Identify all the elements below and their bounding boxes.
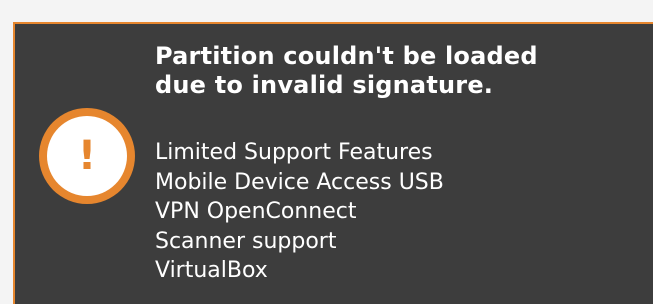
list-item: Mobile Device Access USB bbox=[155, 169, 444, 195]
warning-icon: ! bbox=[39, 108, 135, 204]
partition-error-notification: ! Partition couldn't be loaded due to in… bbox=[13, 22, 653, 304]
list-item: Scanner support bbox=[155, 228, 337, 254]
notification-title-line-2: due to invalid signature. bbox=[155, 71, 494, 99]
screen: ! Partition couldn't be loaded due to in… bbox=[0, 0, 653, 304]
list-item: VirtualBox bbox=[155, 258, 268, 283]
warning-icon-face: ! bbox=[47, 116, 127, 196]
notification-title-line-1: Partition couldn't be loaded bbox=[155, 42, 538, 70]
list-item: VPN OpenConnect bbox=[155, 199, 357, 224]
affected-features-list: Limited Support Features Mobile Device A… bbox=[155, 138, 444, 286]
list-item: Limited Support Features bbox=[155, 140, 433, 165]
notification-title: Partition couldn't be loaded due to inva… bbox=[155, 42, 635, 100]
exclamation-icon: ! bbox=[77, 133, 97, 179]
